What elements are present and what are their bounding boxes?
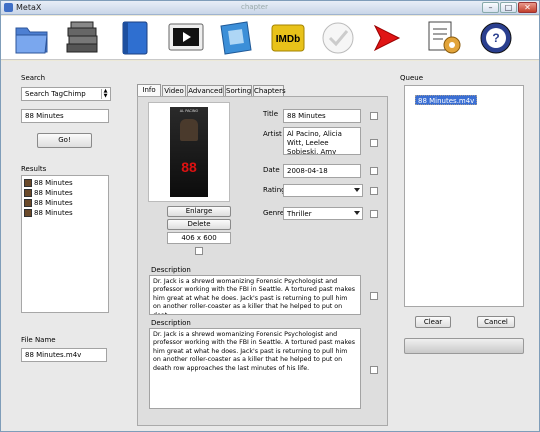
search-query-text: 88 Minutes: [25, 112, 64, 120]
date-checkbox[interactable]: [370, 167, 378, 175]
title-field[interactable]: 88 Minutes: [283, 109, 361, 123]
artwork-checkbox[interactable]: [195, 247, 203, 255]
book-button[interactable]: [117, 20, 155, 56]
document-gear-icon: [428, 21, 461, 54]
date-label: Date: [263, 166, 280, 174]
poster-image: AL PACINO 88: [170, 107, 208, 197]
short-description-checkbox[interactable]: [370, 292, 378, 300]
poster-number-text: 88: [181, 159, 197, 175]
background-window-title: chapter: [241, 3, 268, 11]
clear-button[interactable]: Clear: [415, 316, 451, 328]
poster-title-text: AL PACINO: [179, 109, 199, 113]
poster-face: [180, 119, 198, 141]
window-title: MetaX: [16, 3, 42, 12]
book-icon: [122, 21, 148, 55]
chevron-down-icon: [354, 188, 360, 192]
title-label: Title: [263, 110, 279, 118]
red-arrow-icon: [373, 24, 401, 52]
report-button[interactable]: [425, 20, 463, 56]
movie-file-icon: [24, 199, 32, 207]
search-input[interactable]: 88 Minutes: [21, 109, 109, 123]
search-source-stepper[interactable]: Search TagChimp ▲ ▼: [21, 87, 111, 101]
go-button[interactable]: Go!: [37, 133, 92, 148]
results-heading: Results: [21, 165, 47, 173]
file-name-heading: File Name: [21, 336, 56, 344]
progress-bar: [404, 338, 524, 354]
genre-label: Genre: [263, 209, 285, 217]
close-button[interactable]: ✕: [518, 2, 537, 13]
queue-item[interactable]: 88 Minutes.m4v: [415, 95, 478, 105]
short-description-label: Description: [151, 266, 191, 274]
artist-field[interactable]: Al Pacino, Alicia Witt, Leelee Sobieski,…: [283, 127, 361, 155]
film-button[interactable]: [217, 20, 255, 56]
artist-checkbox[interactable]: [370, 139, 378, 147]
video-button[interactable]: [167, 20, 205, 56]
long-description-field[interactable]: Dr. Jack is a shrewd womanizing Forensic…: [149, 328, 361, 409]
cancel-button[interactable]: Cancel: [477, 316, 515, 328]
short-description-field[interactable]: Dr. Jack is a shrewd womanizing Forensic…: [149, 275, 361, 315]
imdb-button[interactable]: IMDb: [269, 20, 307, 56]
svg-text:IMDb: IMDb: [276, 34, 300, 45]
artwork-well[interactable]: AL PACINO 88: [148, 102, 230, 202]
minimize-button[interactable]: –: [482, 2, 499, 13]
file-name-field[interactable]: 88 Minutes.m4v: [21, 348, 107, 362]
check-icon: [322, 22, 354, 54]
help-icon: ?: [480, 22, 512, 54]
folder-icon: [15, 27, 48, 54]
search-source-label: Search TagChimp: [25, 90, 86, 98]
film-strip-icon: [220, 21, 252, 55]
maximize-button[interactable]: □: [500, 2, 517, 13]
app-window: MetaX chapter – □ ✕ IMDb ? Search Search…: [0, 0, 540, 432]
app-icon: [4, 3, 13, 12]
open-folder-button[interactable]: [13, 20, 51, 56]
movie-file-icon: [24, 179, 32, 187]
write-button[interactable]: [367, 20, 405, 56]
file-name-value: 88 Minutes.m4v: [25, 351, 82, 359]
movie-file-icon: [24, 209, 32, 217]
svg-text:?: ?: [492, 31, 499, 45]
imdb-icon: IMDb: [271, 24, 305, 52]
results-list[interactable]: 88 Minutes 88 Minutes 88 Minutes 88 Minu…: [21, 175, 109, 313]
queue-list[interactable]: [404, 85, 524, 307]
long-description-label: Description: [151, 319, 191, 327]
long-description-checkbox[interactable]: [370, 366, 378, 374]
enlarge-button[interactable]: Enlarge: [167, 206, 231, 217]
date-field[interactable]: 2008-04-18: [283, 164, 361, 178]
rating-dropdown[interactable]: [283, 184, 363, 197]
search-heading: Search: [21, 74, 46, 82]
title-checkbox[interactable]: [370, 112, 378, 120]
batch-button[interactable]: [63, 20, 101, 56]
image-dimensions: 406 x 600: [167, 232, 231, 244]
title-bar: MetaX chapter – □ ✕: [1, 1, 539, 15]
stepper-arrows-icon[interactable]: ▲ ▼: [101, 89, 109, 99]
toolbar: IMDb ?: [1, 16, 539, 60]
movie-file-icon: [24, 189, 32, 197]
chevron-down-icon: [354, 211, 360, 215]
artist-label: Artist: [263, 130, 282, 138]
rating-checkbox[interactable]: [370, 187, 378, 195]
video-screen-icon: [168, 23, 204, 51]
delete-button[interactable]: Delete: [167, 219, 231, 230]
queue-heading: Queue: [400, 74, 423, 82]
help-button[interactable]: ?: [477, 20, 515, 56]
stacked-books-icon: [66, 21, 98, 53]
check-button[interactable]: [319, 20, 357, 56]
genre-dropdown[interactable]: Thriller: [283, 207, 363, 220]
genre-checkbox[interactable]: [370, 210, 378, 218]
